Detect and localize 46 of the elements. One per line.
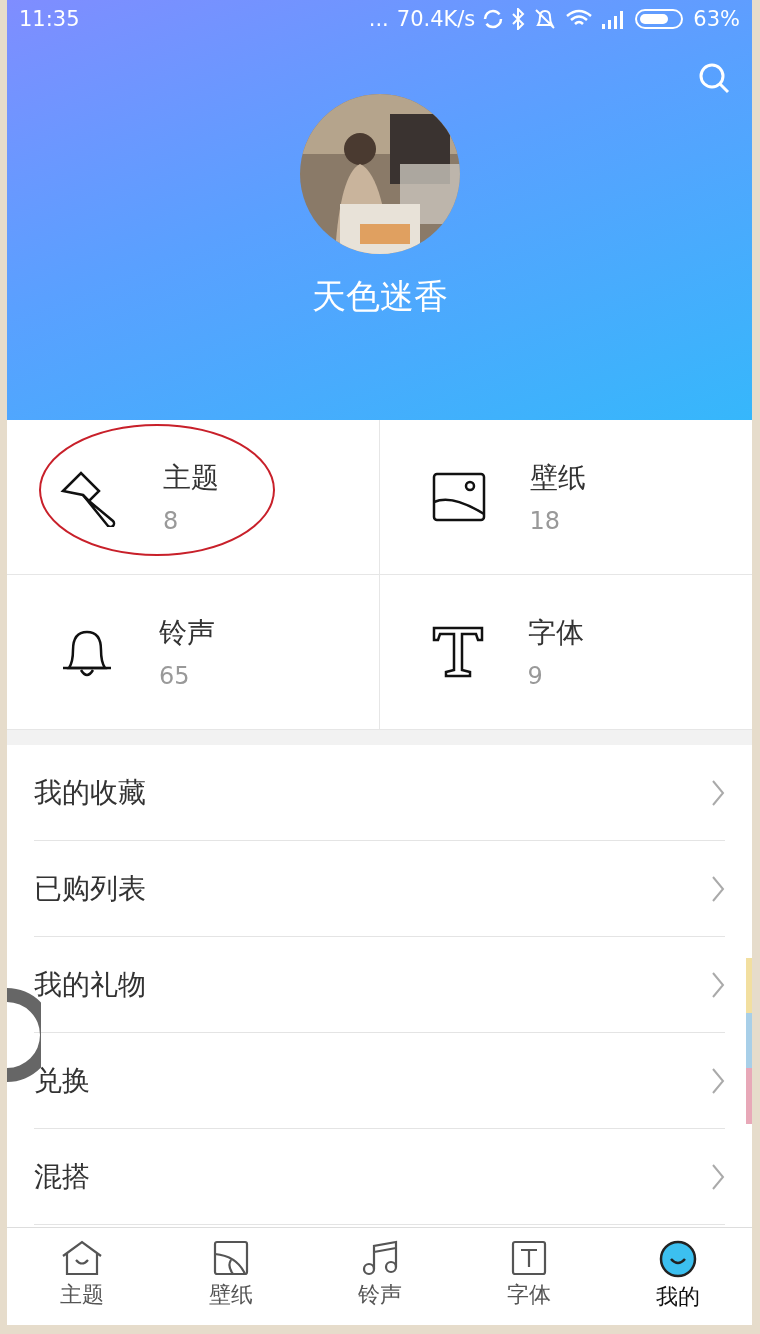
- menu-label: 兑换: [34, 1062, 90, 1099]
- chevron-icon: [711, 778, 725, 807]
- category-tile[interactable]: 铃声 65: [7, 575, 380, 730]
- menu-row[interactable]: 已购列表: [34, 841, 725, 937]
- image-icon: [212, 1240, 249, 1276]
- smiley-icon: [658, 1240, 697, 1278]
- category-tile[interactable]: 壁纸 18: [379, 420, 752, 575]
- nav-tab[interactable]: 我的: [603, 1228, 752, 1325]
- menu-label: 我的礼物: [34, 966, 146, 1003]
- category-label: 主题: [163, 460, 219, 496]
- menu-row[interactable]: 我的收藏: [34, 745, 725, 841]
- category-label: 字体: [527, 615, 584, 651]
- battery-percent: 63%: [693, 7, 740, 31]
- nav-tab[interactable]: 字体: [454, 1228, 603, 1325]
- letter-t-icon: [510, 1240, 547, 1276]
- nav-tab[interactable]: 铃声: [305, 1228, 454, 1325]
- category-count: 18: [529, 507, 562, 535]
- bluetooth-icon: [511, 8, 526, 30]
- nav-tab[interactable]: 壁纸: [156, 1228, 305, 1325]
- menu-row[interactable]: 混搭: [34, 1129, 725, 1225]
- battery-icon: [635, 8, 686, 30]
- nav-tab[interactable]: 主题: [7, 1228, 156, 1325]
- category-label: 壁纸: [529, 460, 586, 496]
- image-icon: [431, 472, 486, 522]
- status-time: 11:35: [19, 7, 80, 31]
- menu-label: 我的收藏: [34, 774, 146, 811]
- category-count: 8: [163, 507, 180, 535]
- category-tile[interactable]: 主题 8: [7, 420, 380, 575]
- chevron-icon: [711, 874, 725, 903]
- menu-label: 混搭: [34, 1158, 90, 1195]
- menu-label: 已购列表: [34, 870, 146, 907]
- category-count: 9: [527, 662, 544, 690]
- status-dots: ...: [368, 7, 389, 31]
- chevron-icon: [711, 1066, 725, 1095]
- sync-icon: [483, 9, 504, 29]
- username: 天色迷香: [311, 275, 448, 318]
- house-icon: [60, 1240, 103, 1276]
- network-speed: 70.4K/s: [396, 7, 476, 31]
- letter-t-icon: [431, 626, 484, 678]
- music-note-icon: [360, 1240, 399, 1276]
- chevron-icon: [711, 970, 725, 999]
- chevron-icon: [711, 1162, 725, 1191]
- category-tile[interactable]: 字体 9: [379, 575, 752, 730]
- category-label: 铃声: [159, 615, 215, 651]
- category-count: 65: [159, 662, 191, 690]
- search-icon[interactable]: [698, 62, 730, 94]
